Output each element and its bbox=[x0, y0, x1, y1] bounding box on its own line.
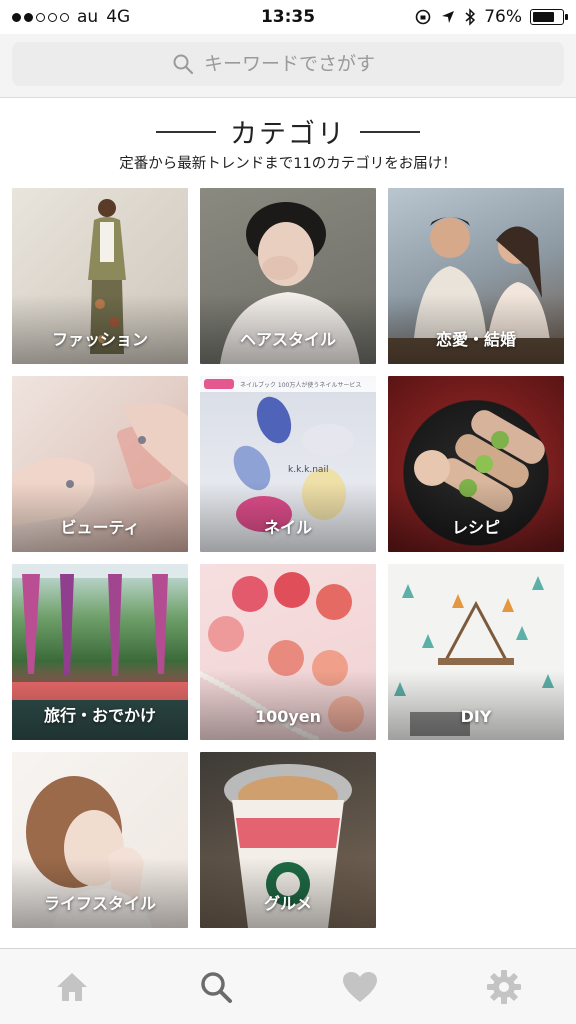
search-icon bbox=[201, 971, 232, 1003]
category-grid: ファッション ヘアスタイル 恋愛・結婚 ビューティ ネイルブック 100万人が使… bbox=[12, 188, 564, 928]
category-label: ファッション bbox=[51, 330, 148, 349]
signal-strength-icon bbox=[12, 12, 69, 22]
status-bar: au 4G 13:35 76% bbox=[0, 0, 576, 34]
page-subtitle: 定番から最新トレンドまで11のカテゴリをお届け！ bbox=[119, 156, 457, 172]
search-box[interactable] bbox=[12, 42, 564, 86]
category-label: ヘアスタイル bbox=[239, 330, 336, 349]
network-type: 4G bbox=[106, 7, 131, 27]
status-left: au 4G bbox=[12, 7, 130, 27]
category-tile-lifestyle[interactable]: ライフスタイル bbox=[12, 752, 188, 928]
category-label: ビューティ bbox=[60, 518, 140, 537]
tab-home[interactable] bbox=[32, 957, 112, 1017]
heading-rule-right bbox=[360, 130, 420, 133]
tab-settings[interactable] bbox=[464, 957, 544, 1017]
orientation-lock-icon bbox=[415, 9, 431, 25]
heart-icon bbox=[343, 971, 377, 1002]
category-label: レシピ bbox=[451, 518, 500, 537]
category-tile-recipe[interactable]: レシピ bbox=[388, 376, 564, 552]
tab-search[interactable] bbox=[176, 957, 256, 1017]
battery-icon bbox=[530, 9, 568, 25]
category-label: グルメ bbox=[263, 894, 312, 913]
location-icon bbox=[442, 11, 455, 23]
category-tile-gourmet[interactable]: グルメ bbox=[200, 752, 376, 928]
category-label: ライフスタイル bbox=[43, 894, 156, 913]
bluetooth-icon bbox=[465, 8, 476, 26]
category-tile-love-marriage[interactable]: 恋愛・結婚 bbox=[388, 188, 564, 364]
category-label: ネイル bbox=[263, 518, 312, 537]
category-tile-fashion[interactable]: ファッション bbox=[12, 188, 188, 364]
category-tile-hairstyle[interactable]: ヘアスタイル bbox=[200, 188, 376, 364]
category-tile-diy[interactable]: DIY bbox=[388, 564, 564, 740]
home-icon bbox=[57, 972, 87, 1001]
category-label: DIY bbox=[460, 707, 492, 726]
category-tile-nail[interactable]: ネイルブック 100万人が使うネイルサービス k.k.k.nail ネイル bbox=[200, 376, 376, 552]
nail-art-text: k.k.k.nail bbox=[288, 465, 328, 475]
category-label: 100yen bbox=[254, 707, 322, 726]
search-area bbox=[0, 34, 576, 98]
battery-percent: 76% bbox=[484, 7, 522, 27]
search-icon bbox=[173, 54, 194, 75]
category-tile-100yen[interactable]: 100yen bbox=[200, 564, 376, 740]
tab-bar bbox=[0, 948, 576, 1024]
status-right: 76% bbox=[414, 7, 568, 27]
status-time: 13:35 bbox=[260, 7, 316, 27]
page-title: カテゴリ bbox=[230, 119, 346, 150]
category-tile-travel[interactable]: 旅行・おでかけ bbox=[12, 564, 188, 740]
search-input[interactable] bbox=[204, 53, 404, 75]
tab-favorites[interactable] bbox=[320, 957, 400, 1017]
carrier-name: au bbox=[77, 7, 99, 27]
section-heading: カテゴリ bbox=[0, 112, 576, 151]
heading-rule-left bbox=[156, 130, 216, 133]
gear-icon bbox=[487, 969, 521, 1004]
category-label: 恋愛・結婚 bbox=[435, 330, 516, 349]
category-label: 旅行・おでかけ bbox=[43, 706, 156, 725]
category-tile-beauty[interactable]: ビューティ bbox=[12, 376, 188, 552]
nail-banner-text: ネイルブック 100万人が使うネイルサービス bbox=[240, 381, 361, 389]
